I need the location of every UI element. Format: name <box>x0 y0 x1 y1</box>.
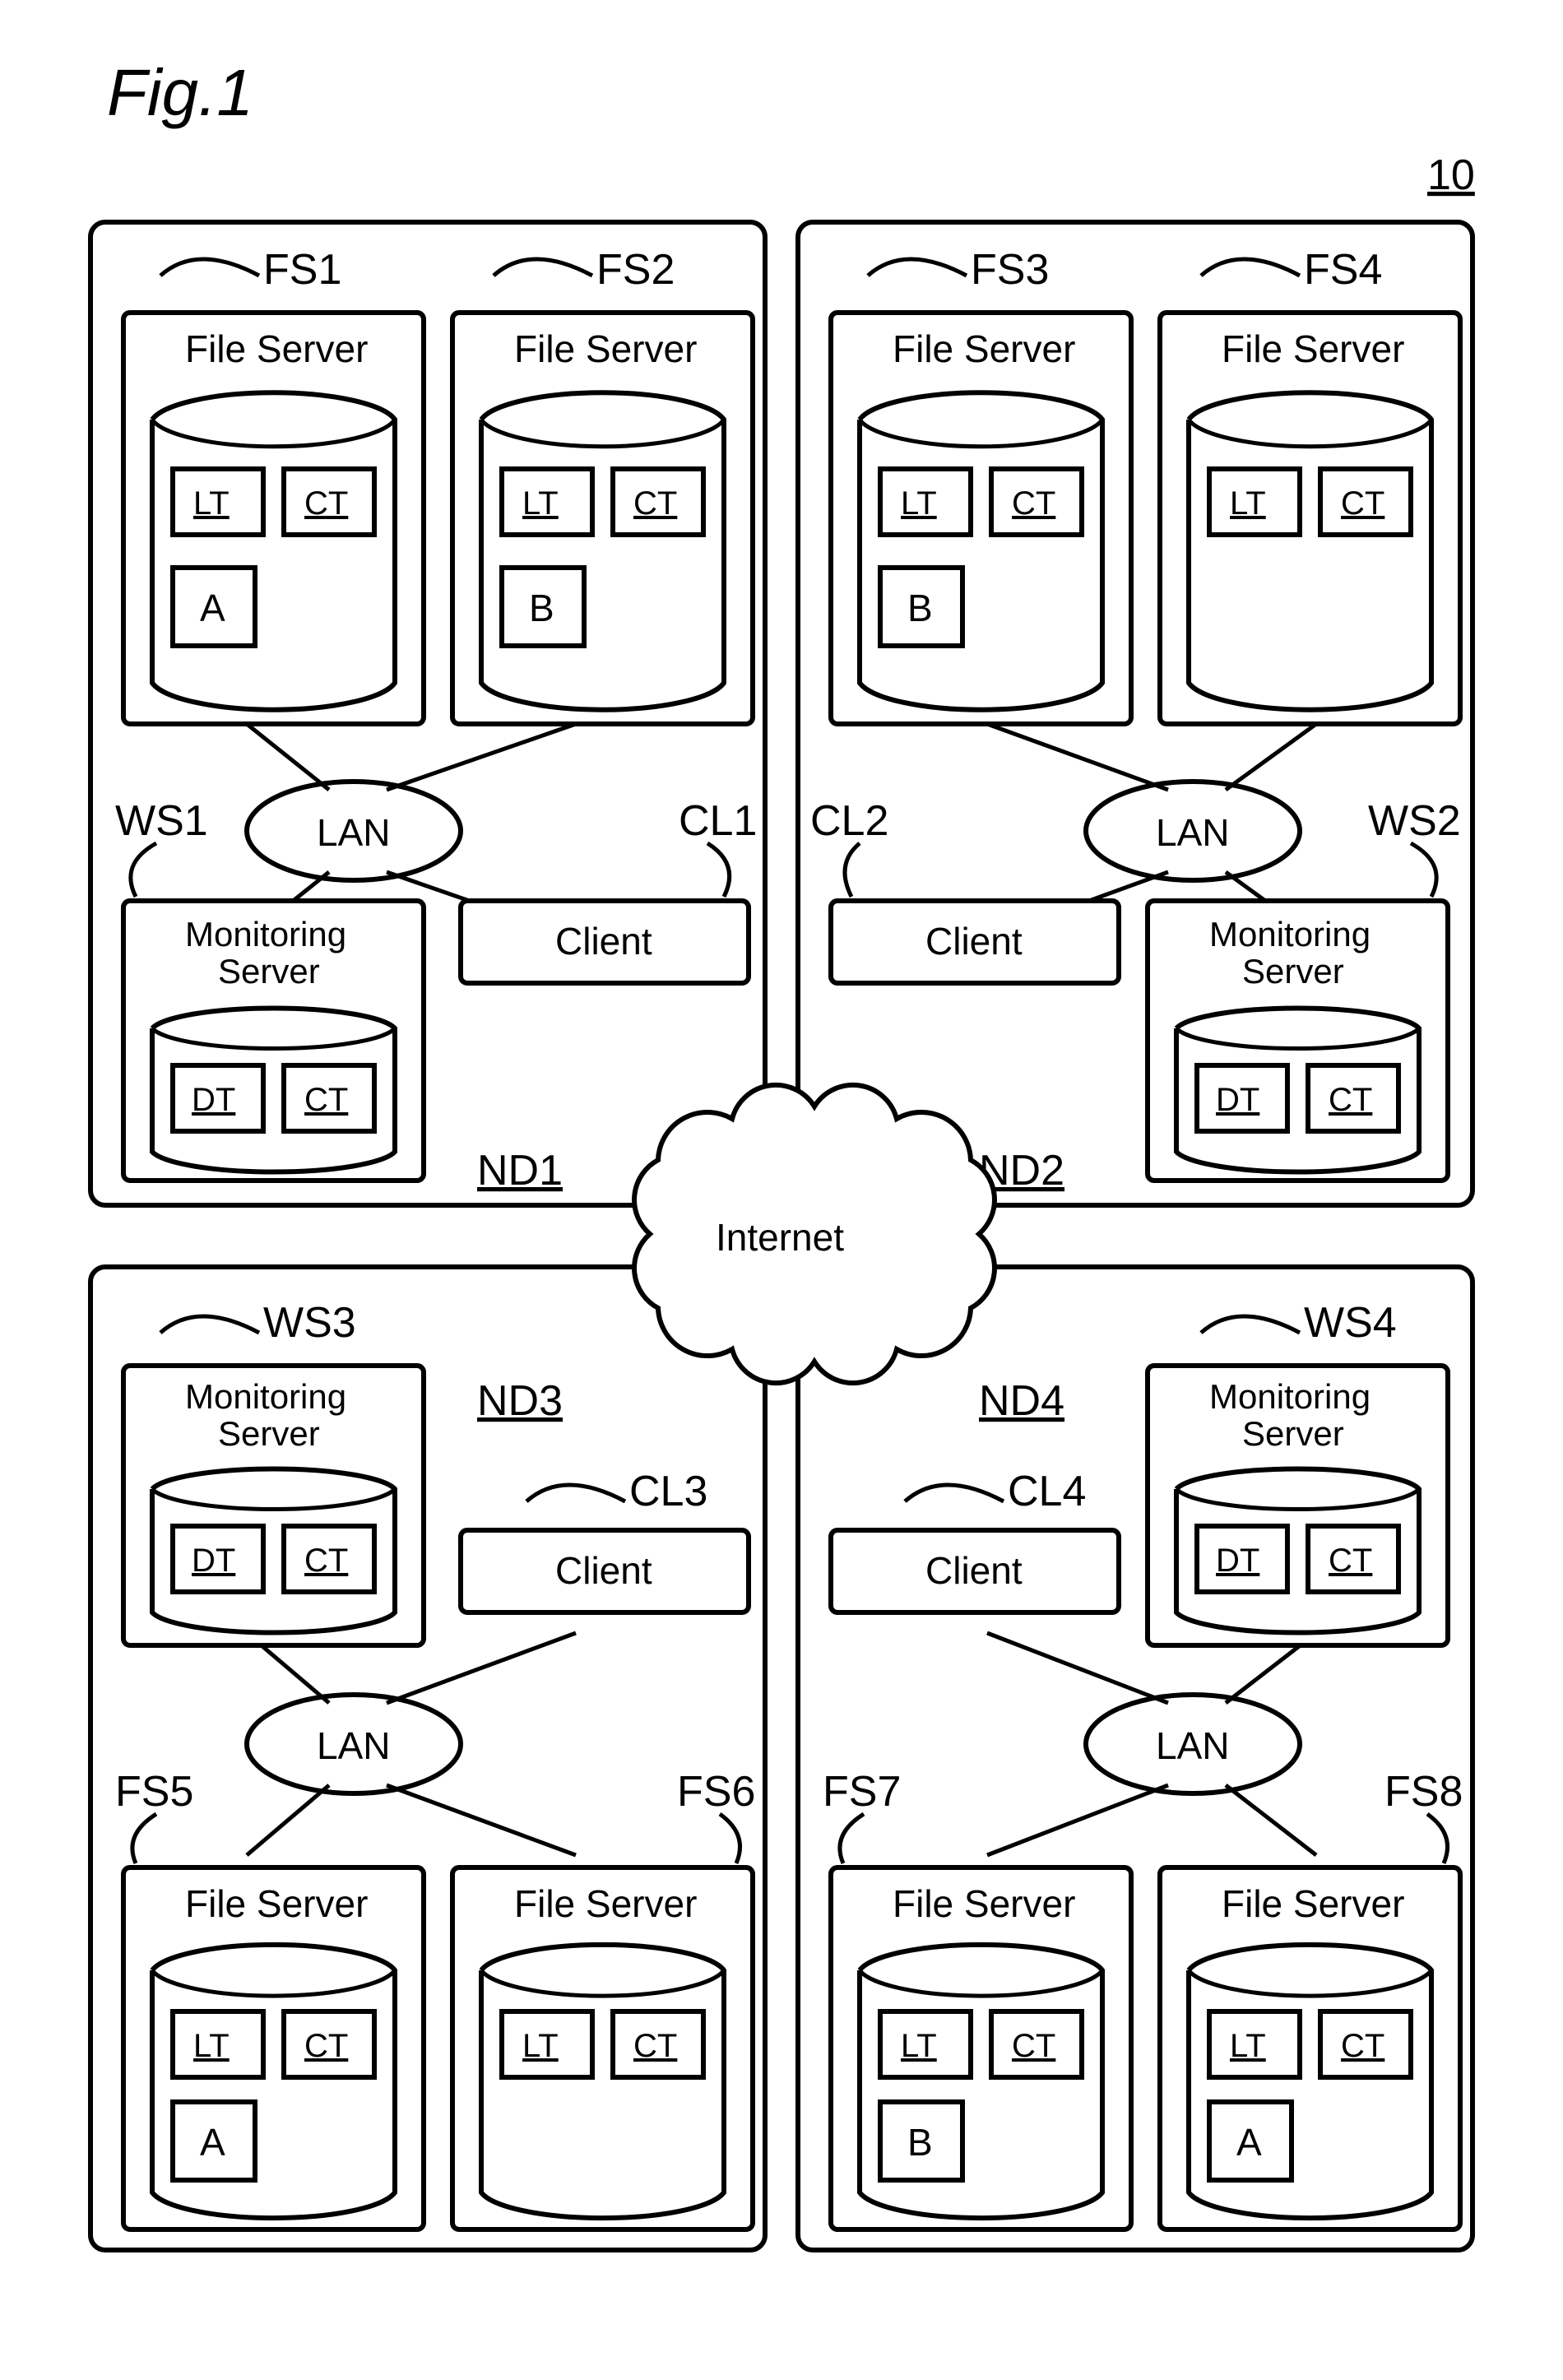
fs7-title: File Server <box>893 1882 1075 1925</box>
cl1-title: Client <box>555 920 652 963</box>
fs1-a: A <box>200 587 225 629</box>
fs8-title: File Server <box>1222 1882 1404 1925</box>
lan-label-nd4: LAN <box>1156 1724 1229 1767</box>
fs3-title: File Server <box>893 327 1075 370</box>
fs2-label: FS2 <box>596 246 675 294</box>
fs3-cylinder-icon <box>860 392 1102 709</box>
fs6-title: File Server <box>514 1882 697 1925</box>
top-right-label: 10 <box>1427 151 1475 199</box>
ws1-ct: CT <box>304 1082 348 1118</box>
ws4-ct: CT <box>1329 1543 1372 1579</box>
lan-label-nd3: LAN <box>317 1724 390 1767</box>
fs6-ct: CT <box>633 2028 677 2064</box>
internet-cloud-icon: Internet <box>634 1085 995 1383</box>
figure-label: Fig.1 <box>107 56 253 129</box>
fs5-a: A <box>200 2121 225 2164</box>
fs1-cylinder-icon <box>152 392 395 709</box>
cl3-label: CL3 <box>629 1468 707 1515</box>
fs4-label: FS4 <box>1304 246 1382 294</box>
diagram-svg: Fig.1 10 LAN FS1 File Server LT CT <box>0 0 1563 2380</box>
fs8-ct: CT <box>1341 2028 1384 2064</box>
ws3-title2: Server <box>218 1414 320 1453</box>
fs7-lt: LT <box>901 2028 937 2064</box>
file-server-fs4: FS4 File Server LT CT <box>1160 246 1460 724</box>
ws3-ct: CT <box>304 1543 348 1579</box>
fs4-lt: LT <box>1230 485 1266 522</box>
fs8-a: A <box>1236 2121 1262 2164</box>
ws1-label: WS1 <box>115 797 208 845</box>
fs3-ct: CT <box>1012 485 1055 522</box>
fs7-label: FS7 <box>823 1768 901 1816</box>
node-nd4: LAN ND4 WS4 Monitoring Server DT CT CL4 <box>798 1267 1473 2250</box>
cl2-label: CL2 <box>810 797 888 845</box>
cl3-title: Client <box>555 1549 652 1592</box>
fs5-label: FS5 <box>115 1768 193 1816</box>
ws1-title2: Server <box>218 952 320 991</box>
cl2-title: Client <box>925 920 1023 963</box>
fs4-cylinder-icon <box>1189 392 1431 709</box>
nd1-label: ND1 <box>477 1147 563 1195</box>
ws3-title1: Monitoring <box>185 1377 346 1416</box>
lan-label-nd2: LAN <box>1156 811 1229 854</box>
fs4-ct: CT <box>1341 485 1384 522</box>
ws4-title2: Server <box>1242 1414 1344 1453</box>
cl4-title: Client <box>925 1549 1023 1592</box>
fs1-label: FS1 <box>263 246 341 294</box>
fs7-b: B <box>907 2121 933 2164</box>
fs1-lt: LT <box>193 485 230 522</box>
fs4-title: File Server <box>1222 327 1404 370</box>
fs2-ct: CT <box>633 485 677 522</box>
fs3-b: B <box>907 587 933 629</box>
node-nd1: LAN FS1 File Server LT CT A <box>90 222 765 1205</box>
nd4-label: ND4 <box>979 1377 1064 1425</box>
nd3-label: ND3 <box>477 1377 563 1425</box>
fs8-lt: LT <box>1230 2028 1266 2064</box>
ws3-dt: DT <box>192 1543 235 1579</box>
fs6-cylinder-icon <box>481 1945 724 2218</box>
fs3-label: FS3 <box>971 246 1049 294</box>
node-nd3: LAN WS3 Monitoring Server DT CT ND3 CL3 <box>90 1267 765 2250</box>
ws2-title1: Monitoring <box>1209 915 1371 953</box>
file-server-fs1: FS1 File Server LT CT A <box>123 246 424 724</box>
fs5-lt: LT <box>193 2028 230 2064</box>
internet-label: Internet <box>716 1216 844 1259</box>
ws4-dt: DT <box>1216 1543 1259 1579</box>
file-server-fs3: FS3 File Server LT CT B <box>831 246 1131 724</box>
node-nd2: LAN FS3 File Server LT CT B FS4 <box>798 222 1473 1205</box>
fs6-lt: LT <box>522 2028 559 2064</box>
ws1-dt: DT <box>192 1082 235 1118</box>
ws1-title1: Monitoring <box>185 915 346 953</box>
ws2-dt: DT <box>1216 1082 1259 1118</box>
cl1-label: CL1 <box>679 797 757 845</box>
fs5-ct: CT <box>304 2028 348 2064</box>
ws3-label: WS3 <box>263 1299 356 1347</box>
ws4-label: WS4 <box>1304 1299 1397 1347</box>
fs7-ct: CT <box>1012 2028 1055 2064</box>
ws4-title1: Monitoring <box>1209 1377 1371 1416</box>
ws2-ct: CT <box>1329 1082 1372 1118</box>
ws2-label: WS2 <box>1368 797 1461 845</box>
fs2-title: File Server <box>514 327 697 370</box>
fs2-lt: LT <box>522 485 559 522</box>
file-server-fs2: FS2 File Server LT CT B <box>452 246 753 724</box>
fs8-label: FS8 <box>1384 1768 1463 1816</box>
fs5-title: File Server <box>185 1882 368 1925</box>
fs2-cylinder-icon <box>481 392 724 709</box>
ws2-title2: Server <box>1242 952 1344 991</box>
cl4-label: CL4 <box>1008 1468 1086 1515</box>
lan-label-nd1: LAN <box>317 811 390 854</box>
fs1-title: File Server <box>185 327 368 370</box>
fs1-ct: CT <box>304 485 348 522</box>
fs6-label: FS6 <box>677 1768 755 1816</box>
fs3-lt: LT <box>901 485 937 522</box>
fs2-b: B <box>529 587 554 629</box>
